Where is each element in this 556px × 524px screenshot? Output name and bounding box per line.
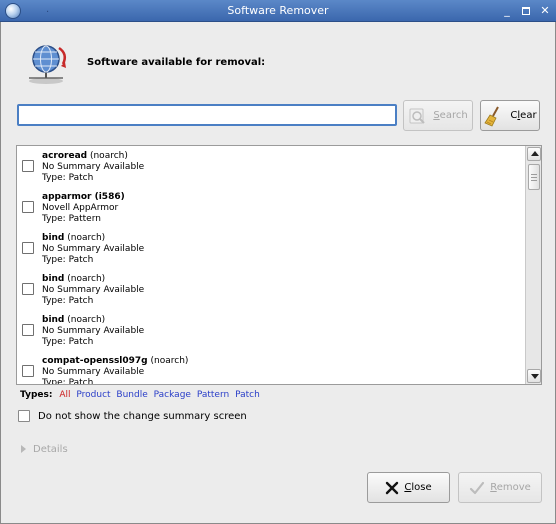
item-type: Type: Patch	[42, 173, 94, 183]
broom-icon	[484, 106, 500, 127]
list-scrollbar[interactable]	[525, 146, 541, 384]
item-text: compat-openssl097g (noarch) No Summary A…	[42, 356, 188, 384]
grip-line	[531, 177, 537, 178]
item-summary: No Summary Available	[42, 162, 145, 172]
item-type: Type: Patch	[42, 296, 94, 306]
grip-line	[531, 180, 537, 181]
type-link-bundle[interactable]: Bundle	[116, 390, 147, 400]
maximize-icon	[522, 7, 530, 15]
item-arch: (noarch)	[89, 151, 128, 161]
item-arch: (noarch)	[150, 356, 189, 366]
item-type: Type: Patch	[42, 378, 94, 384]
item-summary: No Summary Available	[42, 367, 145, 377]
item-checkbox[interactable]	[22, 160, 34, 172]
item-arch: (noarch)	[67, 274, 106, 284]
item-summary: No Summary Available	[42, 244, 145, 254]
type-link-all[interactable]: All	[59, 390, 70, 400]
item-text: apparmor (i586) Novell AppArmor Type: Pa…	[42, 192, 125, 225]
close-button-label: Close	[404, 482, 432, 493]
grip-line	[531, 174, 537, 175]
summary-checkbox[interactable]	[18, 410, 30, 422]
details-label: Details	[33, 444, 68, 455]
globe-network-icon	[29, 45, 67, 84]
item-text: bind (noarch) No Summary Available Type:…	[42, 315, 144, 348]
list-item[interactable]: apparmor (i586) Novell AppArmor Type: Pa…	[17, 187, 525, 228]
close-x-icon	[386, 481, 399, 494]
summary-checkbox-label[interactable]: Do not show the change summary screen	[38, 411, 247, 422]
maximize-button[interactable]	[519, 4, 533, 18]
item-checkbox[interactable]	[22, 283, 34, 295]
search-button[interactable]: Search	[403, 100, 473, 131]
checkmark-icon	[470, 481, 485, 494]
item-name: compat-openssl097g	[42, 356, 148, 366]
scroll-down-button[interactable]	[527, 369, 541, 383]
clear-button-label: Clear	[510, 110, 537, 121]
item-text: acroread (noarch) No Summary Available T…	[42, 151, 144, 184]
item-name: bind	[42, 274, 65, 284]
type-link-pattern[interactable]: Pattern	[197, 390, 229, 400]
dialog-body: Software available for removal: Search C…	[0, 22, 556, 524]
type-link-package[interactable]: Package	[154, 390, 191, 400]
item-name: apparmor (i586)	[42, 192, 125, 202]
types-label: Types:	[20, 390, 53, 400]
item-type: Type: Pattern	[42, 214, 101, 224]
minimize-icon: _	[504, 4, 510, 17]
title-bar[interactable]: . Software Remover _ ✕	[0, 0, 556, 22]
list-item[interactable]: bind (noarch) No Summary Available Type:…	[17, 228, 525, 269]
item-checkbox[interactable]	[22, 201, 34, 213]
item-text: bind (noarch) No Summary Available Type:…	[42, 233, 144, 266]
close-button[interactable]: Close	[367, 472, 450, 503]
item-checkbox[interactable]	[22, 365, 34, 377]
magnifier-icon	[409, 108, 426, 124]
item-summary: No Summary Available	[42, 285, 145, 295]
list-item[interactable]: acroread (noarch) No Summary Available T…	[17, 146, 525, 187]
item-name: bind	[42, 315, 65, 325]
item-summary: No Summary Available	[42, 326, 145, 336]
item-name: acroread	[42, 151, 88, 161]
remove-button-label: Remove	[490, 482, 531, 493]
page-title: Software available for removal:	[87, 57, 266, 68]
scroll-up-button[interactable]	[527, 147, 541, 161]
item-type: Type: Patch	[42, 255, 94, 265]
item-type: Type: Patch	[42, 337, 94, 347]
expander-arrow-icon	[21, 445, 26, 453]
close-window-button[interactable]: ✕	[538, 4, 552, 18]
minimize-button[interactable]: _	[500, 4, 514, 18]
item-arch: (noarch)	[67, 233, 106, 243]
item-checkbox[interactable]	[22, 242, 34, 254]
type-filter: Types: All Product Bundle Package Patter…	[20, 390, 263, 400]
search-button-label: Search	[433, 110, 468, 121]
item-text: bind (noarch) No Summary Available Type:…	[42, 274, 144, 307]
item-summary: Novell AppArmor	[42, 203, 119, 213]
scrollbar-thumb[interactable]	[528, 164, 540, 190]
list-item[interactable]: compat-openssl097g (noarch) No Summary A…	[17, 351, 525, 384]
software-list-items: acroread (noarch) No Summary Available T…	[17, 146, 525, 384]
list-item[interactable]: bind (noarch) No Summary Available Type:…	[17, 269, 525, 310]
window-title: Software Remover	[227, 4, 329, 17]
software-list[interactable]: acroread (noarch) No Summary Available T…	[16, 145, 542, 385]
clear-button[interactable]: Clear	[480, 100, 540, 131]
details-expander[interactable]: Details	[21, 444, 68, 455]
item-name: bind	[42, 233, 65, 243]
list-item[interactable]: bind (noarch) No Summary Available Type:…	[17, 310, 525, 351]
remove-button[interactable]: Remove	[458, 472, 542, 503]
type-link-product[interactable]: Product	[76, 390, 110, 400]
item-arch: (noarch)	[67, 315, 106, 325]
close-icon: ✕	[540, 4, 550, 17]
search-input[interactable]	[17, 104, 397, 126]
item-checkbox[interactable]	[22, 324, 34, 336]
type-link-patch[interactable]: Patch	[235, 390, 260, 400]
